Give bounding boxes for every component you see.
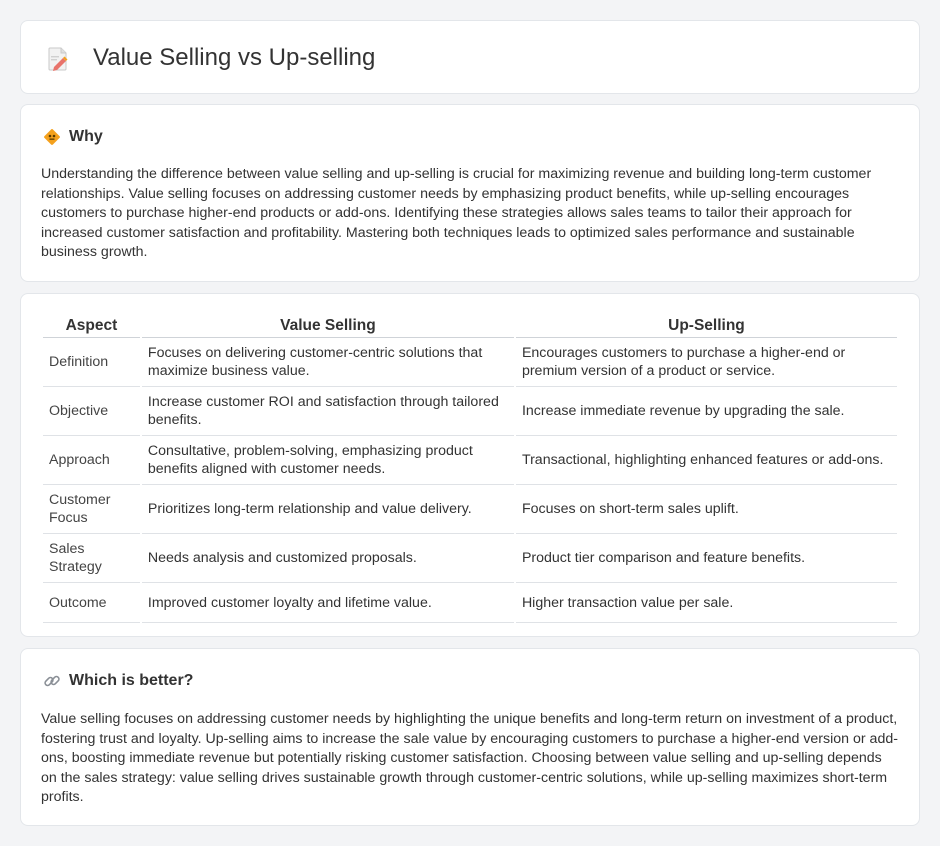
table-row: Definition Focuses on delivering custome…	[43, 338, 897, 387]
table-cell-value-selling: Improved customer loyalty and lifetime v…	[141, 583, 514, 623]
document-pencil-icon	[48, 47, 68, 71]
table-cell-value-selling: Increase customer ROI and satisfaction t…	[141, 387, 514, 436]
why-section: Why Understanding the difference between…	[20, 104, 920, 282]
table-cell-aspect: Customer Focus	[43, 485, 140, 534]
which-is-better-section: Which is better? Value selling focuses o…	[20, 648, 920, 826]
comparison-table: Aspect Value Selling Up-Selling Definiti…	[41, 314, 899, 623]
table-cell-aspect: Approach	[43, 436, 140, 485]
table-row: Objective Increase customer ROI and sati…	[43, 387, 897, 436]
which-heading-row: Which is better?	[43, 671, 193, 691]
table-header-row: Aspect Value Selling Up-Selling	[43, 314, 897, 338]
diamond-sign-icon	[44, 129, 60, 145]
column-header-up-selling: Up-Selling	[515, 314, 897, 338]
table-cell-aspect: Objective	[43, 387, 140, 436]
table-cell-aspect: Outcome	[43, 583, 140, 623]
column-header-value-selling: Value Selling	[141, 314, 514, 338]
why-heading: Why	[69, 128, 103, 145]
table-row: Approach Consultative, problem-solving, …	[43, 436, 897, 485]
column-header-aspect: Aspect	[43, 314, 140, 338]
table-cell-value-selling: Focuses on delivering customer-centric s…	[141, 338, 514, 387]
table-cell-up-selling: Focuses on short-term sales uplift.	[515, 485, 897, 534]
table-row: Customer Focus Prioritizes long-term rel…	[43, 485, 897, 534]
table-cell-value-selling: Consultative, problem-solving, emphasizi…	[141, 436, 514, 485]
table-cell-up-selling: Transactional, highlighting enhanced fea…	[515, 436, 897, 485]
table-cell-up-selling: Increase immediate revenue by upgrading …	[515, 387, 897, 436]
page-title: Value Selling vs Up-selling	[93, 44, 376, 71]
table-cell-up-selling: Product tier comparison and feature bene…	[515, 534, 897, 583]
table-cell-value-selling: Prioritizes long-term relationship and v…	[141, 485, 514, 534]
which-text: Value selling focuses on addressing cust…	[41, 711, 898, 806]
table-row: Outcome Improved customer loyalty and li…	[43, 583, 897, 623]
which-heading: Which is better?	[69, 672, 194, 689]
table-row: Sales Strategy Needs analysis and custom…	[43, 534, 897, 583]
link-icon	[44, 675, 60, 687]
table-cell-aspect: Definition	[43, 338, 140, 387]
table-cell-aspect: Sales Strategy	[43, 534, 140, 583]
title-card: Value Selling vs Up-selling	[20, 20, 920, 94]
comparison-table-card: Aspect Value Selling Up-Selling Definiti…	[20, 293, 920, 637]
table-cell-value-selling: Needs analysis and customized proposals.	[141, 534, 514, 583]
table-cell-up-selling: Encourages customers to purchase a highe…	[515, 338, 897, 387]
table-cell-up-selling: Higher transaction value per sale.	[515, 583, 897, 623]
why-text: Understanding the difference between val…	[41, 166, 872, 261]
why-heading-row: Why	[43, 127, 103, 147]
